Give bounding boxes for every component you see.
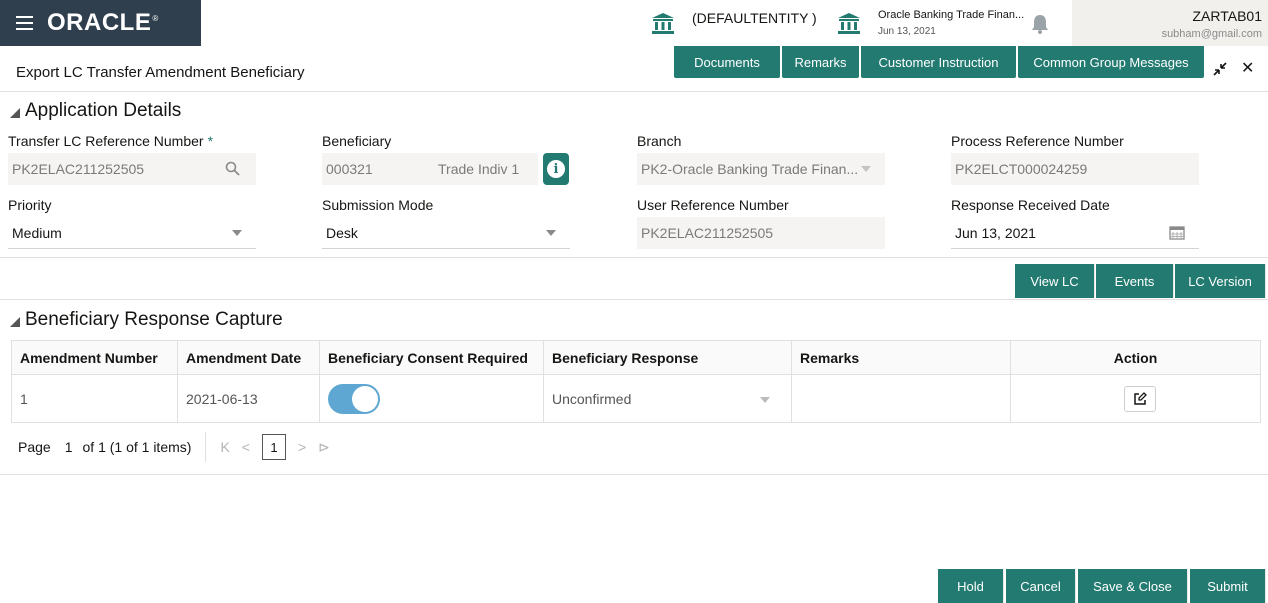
next-page-icon[interactable]: > — [298, 439, 306, 455]
current-page-button[interactable]: 1 — [261, 434, 286, 460]
action-cell — [1010, 374, 1261, 423]
amendment-number-cell: 1 — [11, 374, 178, 423]
oracle-logo: ORACLE® — [47, 9, 159, 36]
top-navigation-bar: ORACLE® (DEFAULTENTITY ) Oracle Banking … — [0, 0, 1268, 46]
info-icon: i — [547, 160, 565, 178]
beneficiary-name: Trade Indiv 1 — [438, 161, 520, 177]
priority-label: Priority — [8, 197, 52, 213]
remarks-cell[interactable] — [791, 374, 1011, 423]
common-group-messages-button[interactable]: Common Group Messages — [1018, 46, 1204, 78]
view-lc-button[interactable]: View LC — [1015, 264, 1095, 298]
submission-mode-label: Submission Mode — [322, 197, 434, 213]
edit-icon — [1133, 391, 1147, 405]
save-close-button[interactable]: Save & Close — [1078, 569, 1188, 603]
table-row: 1 2021-06-13 Unconfirmed — [11, 374, 1261, 423]
chevron-down-icon — [232, 230, 242, 236]
beneficiary-response-cell: Unconfirmed — [543, 374, 792, 423]
column-header[interactable]: Beneficiary Response — [543, 340, 792, 375]
user-ref-field[interactable]: PK2ELAC211252505 — [637, 217, 885, 249]
beneficiary-response-table: Amendment Number Amendment Date Benefici… — [11, 340, 1261, 423]
collapse-triangle-icon — [10, 316, 20, 327]
application-details-header[interactable]: Application Details — [10, 100, 181, 122]
previous-page-icon[interactable]: < — [242, 439, 250, 455]
process-ref-label: Process Reference Number — [951, 133, 1124, 149]
page-header: Export LC Transfer Amendment Beneficiary… — [0, 46, 1268, 92]
divider — [0, 474, 1268, 475]
page-count-text: of 1 (1 of 1 items) — [82, 439, 192, 455]
user-email: subham@gmail.com — [1161, 28, 1262, 40]
beneficiary-label: Beneficiary — [322, 133, 392, 149]
remarks-button[interactable]: Remarks — [782, 46, 859, 78]
search-icon[interactable] — [225, 161, 240, 176]
response-date-field[interactable]: Jun 13, 2021 — [951, 217, 1199, 249]
documents-button[interactable]: Documents — [674, 46, 780, 78]
separator — [205, 432, 207, 462]
branch-select[interactable]: PK2-Oracle Banking Trade Finan... — [637, 153, 885, 185]
user-ref-label: User Reference Number — [637, 197, 789, 213]
submit-button[interactable]: Submit — [1190, 569, 1266, 603]
events-button[interactable]: Events — [1096, 264, 1174, 298]
entity-bank-icon[interactable] — [651, 11, 675, 35]
user-profile[interactable]: ZARTAB01 subham@gmail.com — [1072, 0, 1268, 46]
calendar-icon[interactable] — [1169, 225, 1185, 240]
logo-block: ORACLE® — [0, 0, 201, 46]
application-name[interactable]: Oracle Banking Trade Finan... — [878, 9, 1024, 21]
close-icon[interactable]: ✕ — [1241, 61, 1254, 77]
response-date-label: Response Received Date — [951, 197, 1110, 213]
hamburger-menu-icon[interactable] — [16, 16, 33, 30]
branch-label: Branch — [637, 133, 682, 149]
first-page-icon[interactable]: K — [220, 439, 229, 455]
hold-button[interactable]: Hold — [938, 569, 1004, 603]
toggle-knob — [352, 385, 378, 412]
page-title: Export LC Transfer Amendment Beneficiary — [16, 64, 305, 81]
user-name: ZARTAB01 — [1192, 8, 1262, 24]
branch-bank-icon[interactable] — [837, 11, 861, 35]
beneficiary-field[interactable]: 000321 Trade Indiv 1 — [322, 153, 538, 185]
beneficiary-id: 000321 — [326, 161, 373, 177]
page-label: Page — [18, 439, 51, 455]
lc-version-button[interactable]: LC Version — [1175, 264, 1266, 298]
chevron-down-icon — [546, 230, 556, 236]
chevron-down-icon — [861, 166, 871, 172]
column-header[interactable]: Remarks — [791, 340, 1011, 375]
consent-required-cell — [319, 374, 544, 423]
submission-mode-select[interactable]: Desk — [322, 217, 570, 249]
pagination: Page 1 of 1 (1 of 1 items) K < 1 > ⊳ — [18, 430, 342, 464]
transfer-lc-ref-label: Transfer LC Reference Number * — [8, 133, 214, 149]
cancel-button[interactable]: Cancel — [1006, 569, 1076, 603]
last-page-icon[interactable]: ⊳ — [318, 439, 330, 456]
beneficiary-info-button[interactable]: i — [543, 153, 569, 185]
customer-instruction-button[interactable]: Customer Instruction — [861, 46, 1016, 78]
notification-bell-icon[interactable] — [1031, 14, 1049, 34]
column-header[interactable]: Amendment Date — [177, 340, 320, 375]
table-header-row: Amendment Number Amendment Date Benefici… — [11, 340, 1261, 375]
beneficiary-response-header[interactable]: Beneficiary Response Capture — [10, 309, 283, 331]
edit-row-button[interactable] — [1123, 385, 1156, 412]
column-header[interactable]: Beneficiary Consent Required — [319, 340, 544, 375]
entity-name[interactable]: (DEFAULTENTITY ) — [692, 10, 817, 26]
minimize-icon[interactable] — [1213, 62, 1227, 76]
chevron-down-icon — [760, 396, 770, 403]
divider — [0, 257, 1268, 258]
application-date: Jun 13, 2021 — [878, 26, 936, 37]
process-ref-field[interactable]: PK2ELCT000024259 — [951, 153, 1199, 185]
transfer-lc-ref-field[interactable]: PK2ELAC211252505 — [8, 153, 256, 185]
page-number-input[interactable]: 1 — [65, 439, 73, 455]
column-header[interactable]: Action — [1010, 340, 1261, 375]
priority-select[interactable]: Medium — [8, 217, 256, 249]
consent-required-toggle[interactable] — [328, 383, 380, 414]
divider — [0, 299, 1268, 300]
beneficiary-response-select[interactable]: Unconfirmed — [552, 384, 782, 414]
collapse-triangle-icon — [10, 107, 20, 118]
column-header[interactable]: Amendment Number — [11, 340, 178, 375]
amendment-date-cell: 2021-06-13 — [177, 374, 320, 423]
